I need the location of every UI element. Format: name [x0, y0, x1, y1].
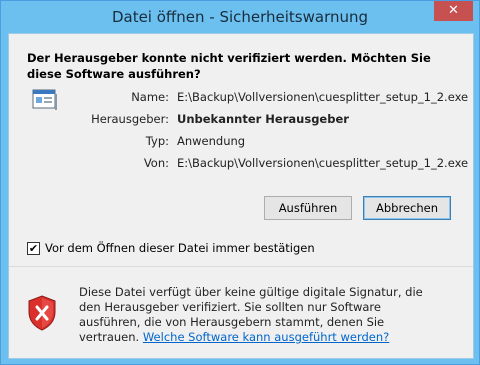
title-bar[interactable]: Datei öffnen - Sicherheitswarnung ✕ [1, 1, 479, 33]
publisher-value: Unbekannter Herausgeber [177, 112, 349, 126]
footer-panel: Diese Datei verfügt über keine gültige d… [9, 267, 473, 358]
from-label: Von: [143, 156, 169, 170]
name-label: Name: [131, 90, 169, 104]
run-button[interactable]: Ausführen [264, 196, 352, 220]
checkmark-icon: ✔ [28, 242, 39, 255]
confirm-checkbox-label[interactable]: Vor dem Öffnen dieser Datei immer bestät… [45, 241, 315, 255]
close-button[interactable]: ✕ [434, 1, 473, 21]
security-warning-dialog: Datei öffnen - Sicherheitswarnung ✕ Der … [0, 0, 480, 365]
window-title: Datei öffnen - Sicherheitswarnung [111, 8, 369, 26]
footer-message: Diese Datei verfügt über keine gültige d… [79, 285, 439, 345]
publisher-label: Herausgeber: [91, 112, 169, 126]
type-value: Anwendung [177, 134, 246, 148]
warning-headline: Der Herausgeber konnte nicht verifiziert… [27, 51, 431, 81]
application-icon [32, 89, 57, 110]
security-shield-error-icon [28, 295, 56, 331]
software-help-link[interactable]: Welche Software kann ausgeführt werden? [143, 330, 389, 344]
dialog-content: Der Herausgeber konnte nicht verifiziert… [8, 33, 474, 359]
confirm-checkbox[interactable]: ✔ [27, 242, 40, 255]
name-value: E:\Backup\Vollversionen\cuesplitter_setu… [177, 90, 469, 104]
close-icon: ✕ [448, 3, 459, 18]
details-panel: Der Herausgeber konnte nicht verifiziert… [9, 34, 473, 266]
type-label: Typ: [145, 134, 169, 148]
cancel-button[interactable]: Abbrechen [363, 196, 451, 220]
from-value: E:\Backup\Vollversionen\cuesplitter_setu… [177, 156, 469, 170]
